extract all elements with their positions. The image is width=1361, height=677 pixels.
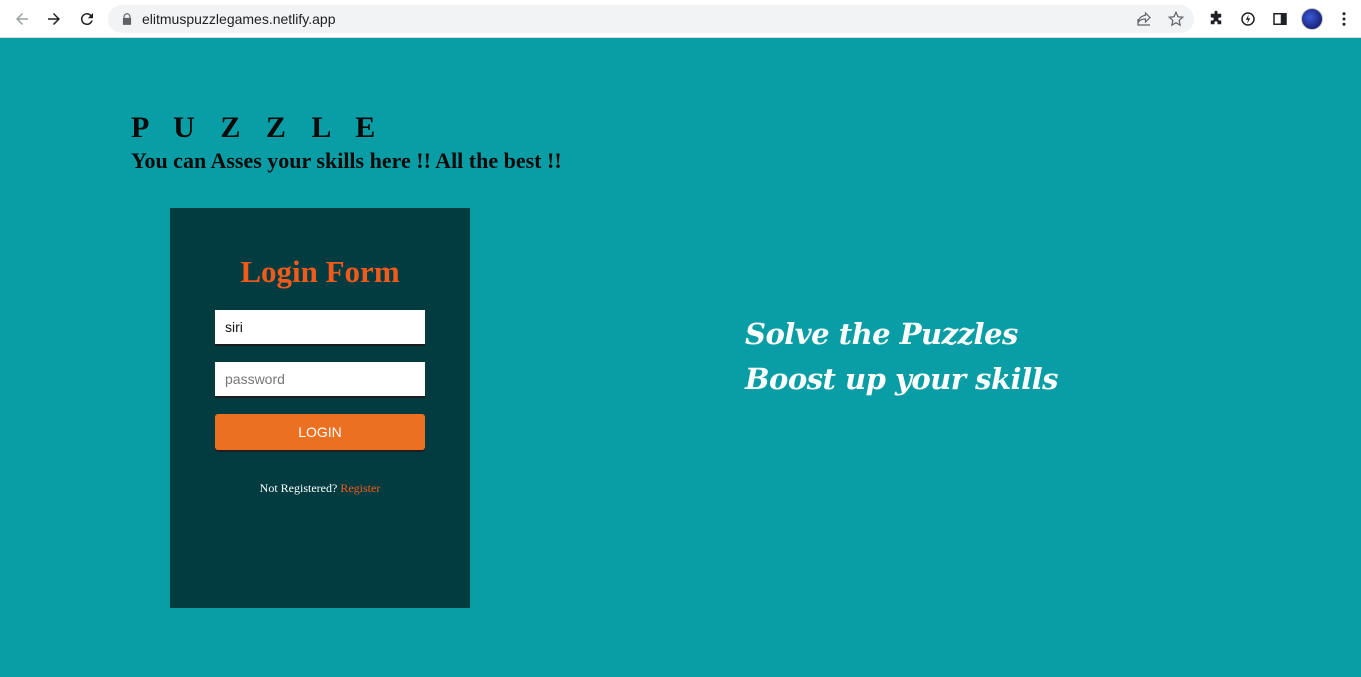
- extensions-icon[interactable]: [1206, 9, 1226, 29]
- page-subtitle: You can Asses your skills here !! All th…: [131, 148, 562, 173]
- star-icon[interactable]: [1167, 10, 1185, 28]
- menu-icon[interactable]: [1334, 9, 1354, 29]
- login-form: Login Form LOGIN Not Registered? Registe…: [170, 208, 470, 608]
- url-text[interactable]: elitmuspuzzlegames.netlify.app: [142, 11, 336, 27]
- browser-toolbar: elitmuspuzzlegames.netlify.app: [0, 0, 1361, 38]
- lock-icon[interactable]: [120, 12, 134, 26]
- share-icon[interactable]: [1135, 10, 1153, 28]
- username-input[interactable]: [215, 310, 425, 346]
- password-input[interactable]: [215, 362, 425, 398]
- register-link[interactable]: Register: [340, 481, 380, 495]
- page-title: P U Z Z L E: [131, 111, 385, 144]
- sidepanel-icon[interactable]: [1270, 9, 1290, 29]
- avatar[interactable]: [1301, 8, 1323, 30]
- tagline-line-2: Boost up your skills: [745, 362, 1058, 396]
- register-line: Not Registered? Register: [170, 481, 470, 496]
- forward-icon[interactable]: [42, 7, 66, 31]
- register-prompt: Not Registered?: [259, 481, 338, 495]
- address-bar[interactable]: elitmuspuzzlegames.netlify.app: [108, 5, 1194, 33]
- reload-icon[interactable]: [75, 7, 99, 31]
- login-button[interactable]: LOGIN: [215, 414, 425, 450]
- tagline-line-1: Solve the Puzzles: [745, 317, 1018, 351]
- sync-icon[interactable]: [1238, 9, 1258, 29]
- back-icon[interactable]: [10, 7, 34, 31]
- login-heading: Login Form: [240, 254, 400, 289]
